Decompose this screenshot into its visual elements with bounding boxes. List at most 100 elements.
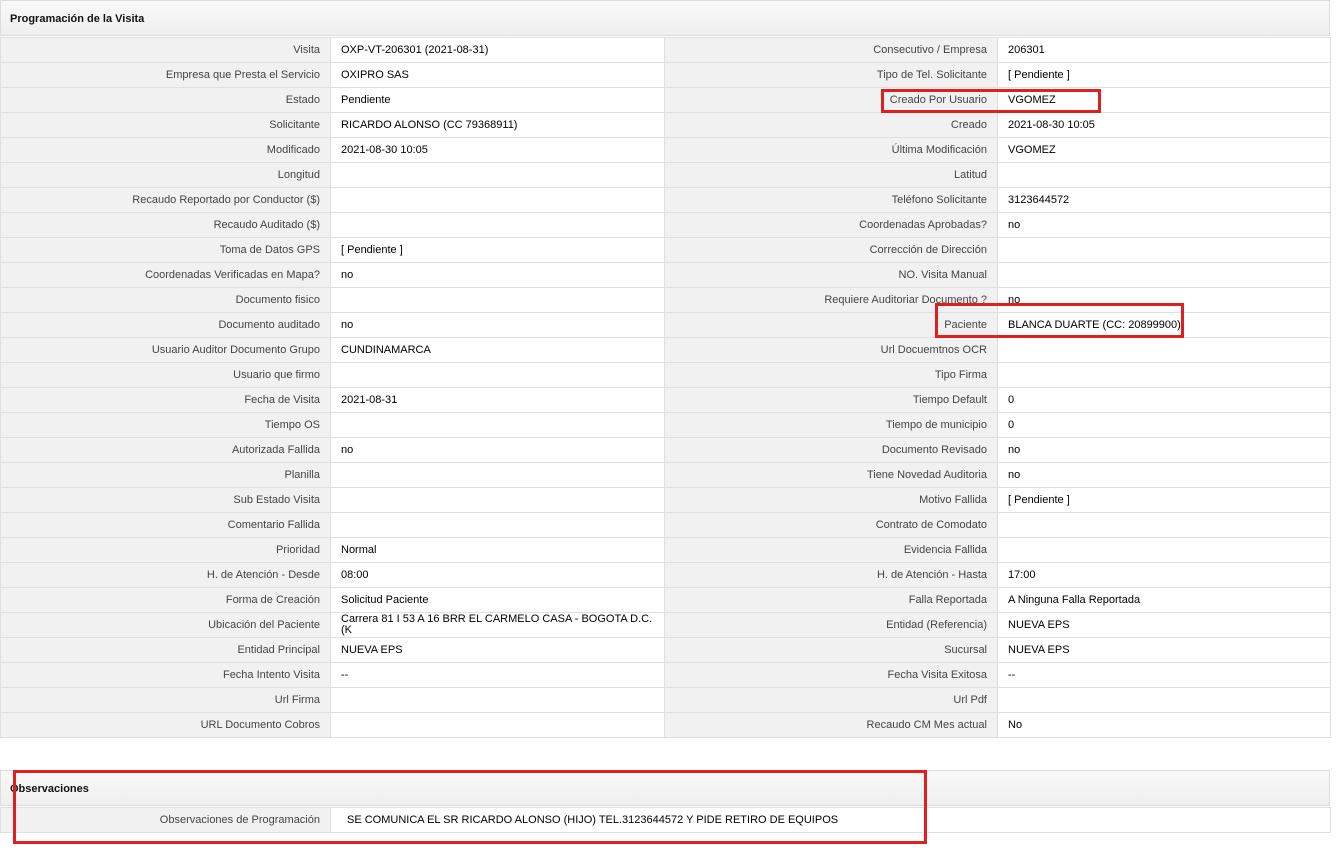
table-row: H. de Atención - Desde 08:00 H. de Atenció… [0, 562, 1331, 588]
field-value: Pendiente [330, 87, 665, 113]
table-row: Comentario Fallida Contrato de Comodato [0, 512, 1331, 538]
field-label: Paciente [664, 312, 998, 338]
field-value: [ Pendiente ] [997, 487, 1331, 513]
table-row: Empresa que Presta el Servicio OXIPRO SAS… [0, 62, 1331, 88]
table-row: Recaudo Auditado ($) Coordenadas Aprobada… [0, 212, 1331, 238]
field-value [330, 512, 665, 538]
field-label: Entidad (Referencia) [664, 612, 998, 638]
field-label: Estado [0, 87, 331, 113]
table-row: Documento fisico Requiere Auditoriar Docu… [0, 287, 1331, 313]
field-label: Autorizada Fallida [0, 437, 331, 463]
field-value [997, 512, 1331, 538]
table-row: Planilla Tiene Novedad Auditoria no [0, 462, 1331, 488]
field-label: Recaudo Reportado por Conductor ($) [0, 187, 331, 213]
field-label: Visita [0, 37, 331, 63]
field-value [997, 237, 1331, 263]
field-label: Comentario Fallida [0, 512, 331, 538]
table-row: Toma de Datos GPS[ Pendiente ] Corrección… [0, 237, 1331, 263]
table-row: Entidad Principal NUEVA EPS Sucursal NUEVA … [0, 637, 1331, 663]
table-row: Usuario Auditor Documento Grupo CUNDINAMA… [0, 337, 1331, 363]
field-label: Requiere Auditoriar Documento ? [664, 287, 998, 313]
field-value: 2021-08-30 10:05 [997, 112, 1331, 138]
field-value [330, 462, 665, 488]
field-value: VGOMEZ [997, 87, 1331, 113]
field-value [997, 687, 1331, 713]
field-label: Latitud [664, 162, 998, 188]
table-row: Usuario que firmo Tipo Firma [0, 362, 1331, 388]
field-label: Observaciones de Programación [0, 807, 331, 833]
field-value: [ Pendiente ] [997, 62, 1331, 88]
field-value [330, 487, 665, 513]
section-header-observaciones: Observaciones [0, 770, 1330, 806]
field-label: Coordenadas Verificadas en Mapa? [0, 262, 331, 288]
field-value: VGOMEZ [997, 137, 1331, 163]
table-row: Coordenadas Verificadas en Mapa? no NO. V… [0, 262, 1331, 288]
field-value: 206301 [997, 37, 1331, 63]
observations-value: SE COMUNICA EL SR RICARDO ALONSO (HIJO) … [330, 807, 1331, 833]
field-label: Última Modificación [664, 137, 998, 163]
observations-table: Observaciones de Programación SE COMUNIC… [0, 807, 1331, 833]
table-row: Visita OXP-VT-206301 (2021-08-31) Consecut… [0, 37, 1331, 63]
section-title: Observaciones [10, 783, 89, 795]
field-label: Documento fisico [0, 287, 331, 313]
field-label: Teléfono Solicitante [664, 187, 998, 213]
field-value: A Ninguna Falla Reportada [997, 587, 1331, 613]
table-row: Fecha Intento Visita -- Fecha Visita Exit… [0, 662, 1331, 688]
field-value: no [330, 262, 665, 288]
field-label: Entidad Principal [0, 637, 331, 663]
field-label: Solicitante [0, 112, 331, 138]
field-value: 3123644572 [997, 187, 1331, 213]
table-row: Solicitante RICARDO ALONSO (CC 79368911) C… [0, 112, 1331, 138]
table-row: Longitud Latitud [0, 162, 1331, 188]
field-value: 08:00 [330, 562, 665, 588]
field-value: [ Pendiente ] [330, 237, 665, 263]
field-value [330, 187, 665, 213]
field-value [330, 687, 665, 713]
field-label: Sucursal [664, 637, 998, 663]
field-value: No [997, 712, 1331, 738]
table-row: Estado Pendiente Creado Por Usuario VGOMEZ [0, 87, 1331, 113]
table-row: Url Firma Url Pdf [0, 687, 1331, 713]
field-label: Url Docuemtnos OCR [664, 337, 998, 363]
field-label: Tiempo de municipio [664, 412, 998, 438]
field-value: -- [997, 662, 1331, 688]
field-label: Forma de Creación [0, 587, 331, 613]
field-label: Documento Revisado [664, 437, 998, 463]
field-value: NUEVA EPS [330, 637, 665, 663]
table-row: Fecha de Visita 2021-08-31 Tiempo Default… [0, 387, 1331, 413]
field-value [997, 537, 1331, 563]
field-label: Motivo Fallida [664, 487, 998, 513]
field-label: Fecha Intento Visita [0, 662, 331, 688]
field-value [330, 412, 665, 438]
table-row: Ubicación del Paciente Carrera 81 I 53 A … [0, 612, 1331, 638]
field-label: Tiempo OS [0, 412, 331, 438]
field-value: no [997, 437, 1331, 463]
field-label: Tipo de Tel. Solicitante [664, 62, 998, 88]
field-value: -- [330, 662, 665, 688]
field-label: Fecha de Visita [0, 387, 331, 413]
table-row: Documento auditado no Paciente BLANCA DUAR… [0, 312, 1331, 338]
field-value: Carrera 81 I 53 A 16 BRR EL CARMELO CASA… [330, 612, 665, 638]
field-value [997, 262, 1331, 288]
field-label: Usuario Auditor Documento Grupo [0, 337, 331, 363]
field-value: no [330, 312, 665, 338]
field-label: H. de Atención - Hasta [664, 562, 998, 588]
field-label: Sub Estado Visita [0, 487, 331, 513]
table-row: URL Documento Cobros Recaudo CM Mes actua… [0, 712, 1331, 738]
field-value [330, 212, 665, 238]
field-label: Recaudo Auditado ($) [0, 212, 331, 238]
field-label: Usuario que firmo [0, 362, 331, 388]
field-label: Tiempo Default [664, 387, 998, 413]
field-value: 17:00 [997, 562, 1331, 588]
field-label: URL Documento Cobros [0, 712, 331, 738]
field-value [997, 337, 1331, 363]
field-label: Falla Reportada [664, 587, 998, 613]
field-value: BLANCA DUARTE (CC: 20899900) [997, 312, 1331, 338]
field-label: Prioridad [0, 537, 331, 563]
table-row: Tiempo OS Tiempo de municipio 0 [0, 412, 1331, 438]
field-value [330, 162, 665, 188]
field-value: OXIPRO SAS [330, 62, 665, 88]
field-value: no [997, 287, 1331, 313]
field-value: Normal [330, 537, 665, 563]
field-label: Fecha Visita Exitosa [664, 662, 998, 688]
